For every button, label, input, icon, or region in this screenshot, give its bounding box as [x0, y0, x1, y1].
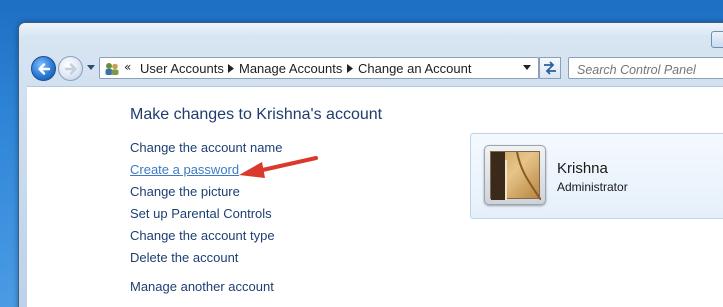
account-name: Krishna [557, 160, 608, 177]
window-control-button[interactable] [711, 31, 723, 48]
delete-account-link[interactable]: Delete the account [130, 250, 238, 265]
forward-button[interactable] [58, 56, 83, 81]
manage-another-account-link[interactable]: Manage another account [130, 279, 274, 294]
red-arrow-icon [239, 156, 318, 178]
breadcrumb-separator-icon[interactable] [347, 64, 353, 73]
change-account-name-link[interactable]: Change the account name [130, 140, 283, 155]
address-bar[interactable]: « User Accounts Manage Accounts Change a… [99, 57, 539, 79]
recent-pages-dropdown[interactable] [86, 62, 96, 74]
breadcrumb-manage-accounts[interactable]: Manage Accounts [239, 61, 342, 76]
breadcrumb-change-account[interactable]: Change an Account [358, 61, 471, 76]
breadcrumb-user-accounts[interactable]: User Accounts [140, 61, 224, 76]
account-role: Administrator [557, 180, 628, 194]
page-title: Make changes to Krishna's account [130, 106, 383, 123]
overflow-chevron[interactable]: « [124, 60, 131, 74]
parental-controls-link[interactable]: Set up Parental Controls [130, 206, 272, 221]
change-picture-link[interactable]: Change the picture [130, 184, 240, 199]
search-input[interactable] [568, 57, 723, 79]
back-button[interactable] [31, 56, 56, 81]
chevron-down-icon [87, 65, 95, 70]
forward-arrow-icon [64, 62, 77, 75]
avatar [484, 145, 546, 205]
address-dropdown-icon[interactable] [523, 65, 531, 71]
refresh-icon [544, 61, 556, 75]
guitar-picture-icon [490, 151, 542, 201]
refresh-button[interactable] [539, 57, 561, 79]
change-account-type-link[interactable]: Change the account type [130, 228, 275, 243]
user-accounts-icon [105, 63, 119, 75]
title-bar [19, 23, 723, 37]
create-password-link[interactable]: Create a password [130, 162, 239, 177]
back-arrow-icon [37, 62, 50, 75]
breadcrumb-separator-icon[interactable] [228, 64, 234, 73]
